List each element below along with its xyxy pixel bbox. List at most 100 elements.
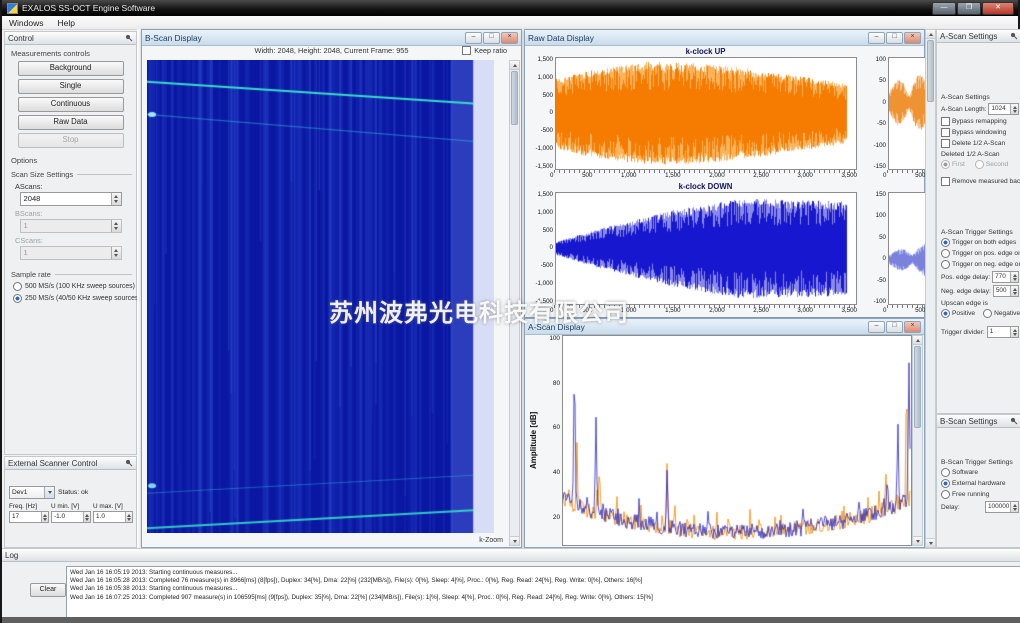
spinner-arrows[interactable] xyxy=(1010,327,1018,337)
spinner-arrows[interactable] xyxy=(1010,104,1018,114)
radio-icon[interactable] xyxy=(13,282,22,291)
radio-icon[interactable] xyxy=(941,309,950,318)
ascans-input[interactable]: 2048 xyxy=(20,192,122,206)
checkbox-icon[interactable] xyxy=(941,117,950,126)
close-button[interactable]: × xyxy=(904,321,921,333)
tick-label: 0 xyxy=(883,308,886,316)
pin-icon[interactable] xyxy=(1010,417,1018,425)
tick-label: 50 xyxy=(879,78,886,84)
minimize-button[interactable]: — xyxy=(932,2,956,15)
external-scanner-panel: External Scanner Control Dev1 Status: ok… xyxy=(4,456,137,548)
control-panel-header[interactable]: Control xyxy=(5,32,136,45)
software-option[interactable]: Software xyxy=(941,468,1019,477)
radio-icon[interactable] xyxy=(941,238,950,247)
scrollbar-thumb[interactable] xyxy=(511,71,518,125)
scroll-up-arrow[interactable] xyxy=(913,336,922,345)
freq-input[interactable]: 17 xyxy=(9,511,49,523)
trigger-neg-edge-option[interactable]: Trigger on neg. edge only xyxy=(941,260,1019,269)
maximize-button[interactable]: □ xyxy=(483,32,500,44)
scrollbar-thumb[interactable] xyxy=(927,40,934,102)
umax-input[interactable]: 1.0 xyxy=(93,511,133,523)
log-panel-header[interactable]: Log xyxy=(2,549,1020,562)
neg-delay-input[interactable]: 500 xyxy=(993,285,1019,297)
radio-icon[interactable] xyxy=(941,249,950,258)
pin-icon[interactable] xyxy=(1010,32,1018,40)
bypass-remapping-option[interactable]: Bypass remapping xyxy=(941,117,1019,126)
close-button[interactable]: ✕ xyxy=(982,2,1014,15)
trigger-both-edges-option[interactable]: Trigger on both edges xyxy=(941,238,1019,247)
spinner-arrows[interactable] xyxy=(41,512,48,522)
close-button[interactable]: × xyxy=(904,32,921,44)
maximize-button[interactable]: □ xyxy=(886,321,903,333)
spinner-arrows[interactable] xyxy=(1010,502,1018,512)
minimize-button[interactable]: – xyxy=(868,321,885,333)
sample-rate-option-250[interactable]: 250 MS/s (40/50 KHz sweep sources) xyxy=(13,294,134,303)
raw-data-button[interactable]: Raw Data xyxy=(18,115,124,130)
spinner-arrows[interactable] xyxy=(111,193,121,205)
delay-input[interactable]: 100000 xyxy=(985,501,1019,513)
single-button[interactable]: Single xyxy=(18,79,124,94)
ascan-length-input[interactable]: 1024 xyxy=(988,103,1019,115)
background-button[interactable]: Background xyxy=(18,61,124,76)
spinner-arrows[interactable] xyxy=(125,512,132,522)
menu-windows[interactable]: Windows xyxy=(2,18,50,28)
checkbox-icon[interactable] xyxy=(462,46,471,55)
rawdata-window-titlebar[interactable]: Raw Data Display – □ × xyxy=(525,30,924,46)
pin-icon[interactable] xyxy=(125,34,133,42)
mdi-vertical-scrollbar[interactable] xyxy=(925,29,936,548)
first-second-row: First Second xyxy=(941,160,1019,169)
scroll-up-arrow[interactable] xyxy=(510,61,519,70)
keep-ratio-option[interactable]: Keep ratio xyxy=(462,46,507,55)
tick-label: -1,000 xyxy=(535,146,553,152)
scrollbar-thumb[interactable] xyxy=(914,346,921,428)
radio-icon[interactable] xyxy=(983,309,992,318)
chevron-down-icon[interactable] xyxy=(44,487,54,498)
title-bar[interactable]: EXALOS SS-OCT Engine Software — ❐ ✕ xyxy=(2,0,1018,16)
minimize-button[interactable]: – xyxy=(465,32,482,44)
scroll-down-arrow[interactable] xyxy=(510,536,519,545)
radio-icon[interactable] xyxy=(941,490,950,499)
device-dropdown[interactable]: Dev1 xyxy=(9,486,55,499)
minimize-button[interactable]: – xyxy=(868,32,885,44)
radio-icon[interactable] xyxy=(941,479,950,488)
bscan-window-titlebar[interactable]: B-Scan Display – □ × xyxy=(142,30,521,46)
continuous-button[interactable]: Continuous xyxy=(18,97,124,112)
spinner-arrows[interactable] xyxy=(1010,272,1018,282)
radio-icon[interactable] xyxy=(941,260,950,269)
log-textarea[interactable]: Wed Jan 16 16:05:19 2013: Starting conti… xyxy=(66,566,1020,618)
pin-icon[interactable] xyxy=(125,459,133,467)
checkbox-icon[interactable] xyxy=(941,139,950,148)
pos-delay-input[interactable]: 770 xyxy=(992,271,1019,283)
scroll-down-arrow[interactable] xyxy=(913,536,922,545)
sample-rate-option-500[interactable]: 500 MS/s (100 KHz sweep sources) xyxy=(13,282,134,291)
radio-icon[interactable] xyxy=(13,294,22,303)
external-scanner-header[interactable]: External Scanner Control xyxy=(5,457,136,470)
maximize-button[interactable]: ❐ xyxy=(957,2,981,15)
remove-background-option[interactable]: Remove measured background xyxy=(941,177,1019,186)
ascans-value: 2048 xyxy=(21,193,111,205)
free-running-option[interactable]: Free running xyxy=(941,490,1019,499)
trigger-divider-input[interactable]: 1 xyxy=(987,326,1019,338)
negative-label: Negative xyxy=(994,310,1020,317)
bypass-windowing-option[interactable]: Bypass windowing xyxy=(941,128,1019,137)
maximize-button[interactable]: □ xyxy=(886,32,903,44)
kzoom-label[interactable]: k-Zoom xyxy=(479,537,503,544)
checkbox-icon[interactable] xyxy=(941,177,950,186)
scroll-down-arrow[interactable] xyxy=(926,538,935,547)
close-button[interactable]: × xyxy=(501,32,518,44)
trigger-pos-edge-option[interactable]: Trigger on pos. edge only xyxy=(941,249,1019,258)
panel-title: Log xyxy=(5,551,18,560)
delete-half-ascan-option[interactable]: Delete 1/2 A-Scan xyxy=(941,139,1019,148)
checkbox-icon[interactable] xyxy=(941,128,950,137)
external-hardware-option[interactable]: External hardware xyxy=(941,479,1019,488)
spinner-arrows[interactable] xyxy=(1010,286,1018,296)
ascan-vertical-scrollbar[interactable] xyxy=(912,335,923,546)
ascan-settings-header[interactable]: A-Scan Settings xyxy=(937,30,1020,43)
radio-icon[interactable] xyxy=(941,468,950,477)
bscan-settings-header[interactable]: B-Scan Settings xyxy=(937,415,1020,428)
menu-help[interactable]: Help xyxy=(50,18,81,28)
scroll-up-arrow[interactable] xyxy=(926,30,935,39)
umin-input[interactable]: -1.0 xyxy=(51,511,91,523)
clear-button[interactable]: Clear xyxy=(30,583,66,597)
spinner-arrows[interactable] xyxy=(83,512,90,522)
